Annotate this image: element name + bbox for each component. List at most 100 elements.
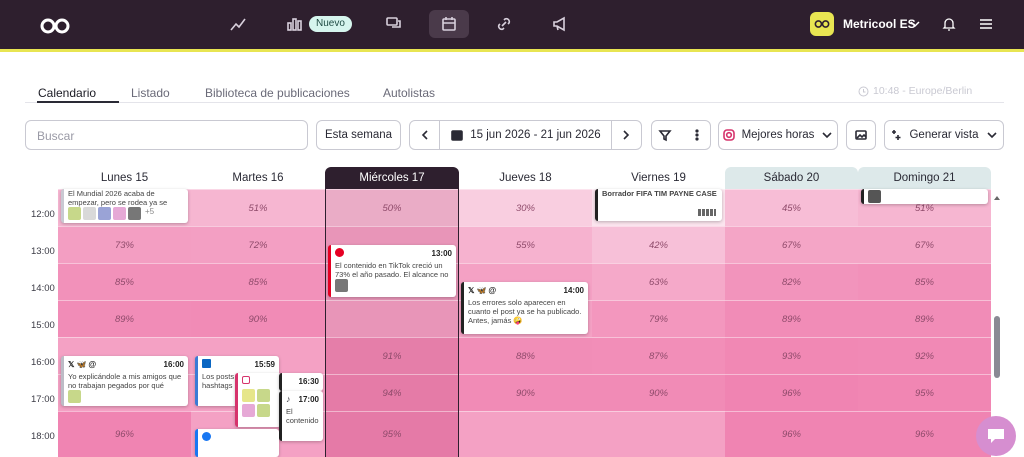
time-column: 12:00 13:00 14:00 15:00 16:00 17:00 18:0…	[25, 189, 58, 457]
date-range[interactable]: 15 jun 2026 - 21 jun 2026	[450, 128, 601, 142]
heatmap-cell[interactable]: 90%	[191, 300, 325, 337]
day-header[interactable]: Viernes 19	[592, 167, 725, 189]
heatmap-cell[interactable]: 45%	[725, 189, 858, 226]
day-header[interactable]: Lunes 15	[58, 167, 191, 189]
this-week-button[interactable]: Esta semana	[316, 120, 401, 150]
heatmap-cell[interactable]: 96%	[858, 411, 991, 457]
heatmap-cell[interactable]: 63%	[592, 263, 725, 300]
heatmap-cell[interactable]: 82%	[725, 263, 858, 300]
post-card[interactable]: 𝕏 🦋 @ 14:00 Los errores solo aparecen en c…	[461, 282, 588, 334]
account-name[interactable]: Metricool ES	[843, 17, 916, 31]
heatmap-cell[interactable]: 72%	[191, 226, 325, 263]
more-options-icon[interactable]	[690, 128, 704, 142]
metricool-logo[interactable]	[40, 17, 70, 35]
pinterest-icon	[335, 248, 344, 257]
heatmap-cell[interactable]: 85%	[858, 263, 991, 300]
time-label: 15:00	[31, 320, 55, 331]
heatmap-cell[interactable]: 90%	[592, 374, 725, 411]
menu-icon[interactable]	[978, 16, 994, 32]
search-input[interactable]: Buscar	[25, 120, 308, 150]
heatmap-cell[interactable]: 90%	[459, 374, 592, 411]
network-icons: 𝕏 🦋 @	[68, 360, 97, 369]
bell-icon[interactable]	[941, 16, 957, 32]
best-hours-select[interactable]: Mejores horas	[718, 120, 838, 150]
calendar-icon[interactable]	[429, 10, 469, 38]
day-header-weekend[interactable]: Sábado 20	[725, 167, 858, 189]
post-thumbnails: +5	[68, 207, 154, 220]
heatmap-cell[interactable]: 95%	[858, 374, 991, 411]
time-label: 14:00	[31, 283, 55, 294]
heatmap-cell[interactable]: 73%	[58, 226, 191, 263]
heatmap-cell[interactable]: 89%	[58, 300, 191, 337]
post-card[interactable]: 𝕏 🦋 @ 16:00 Yo explicándole a mis amigos q…	[61, 356, 188, 406]
heatmap-cell[interactable]: 92%	[858, 337, 991, 374]
heatmap-cell[interactable]: 96%	[725, 374, 858, 411]
day-header[interactable]: Jueves 18	[459, 167, 592, 189]
analytics-icon[interactable]	[218, 10, 258, 38]
tab-list[interactable]: Listado	[131, 86, 170, 100]
timezone-label: 10:48 - Europe/Berlin	[873, 85, 973, 97]
media-gallery-button[interactable]	[846, 120, 876, 150]
heatmap-cell[interactable]: 51%	[191, 189, 325, 226]
heatmap-cell[interactable]: 30%	[459, 189, 592, 226]
timezone-display[interactable]: 10:48 - Europe/Berlin	[858, 85, 972, 97]
heatmap-cell[interactable]: 93%	[725, 337, 858, 374]
day-header[interactable]: Martes 16	[191, 167, 325, 189]
generate-view-select[interactable]: Generar vista	[884, 120, 1004, 150]
scrollbar-thumb[interactable]	[994, 316, 1000, 378]
heatmap-cell[interactable]: 87%	[592, 337, 725, 374]
heatmap-cell[interactable]: 67%	[725, 226, 858, 263]
new-badge: Nuevo	[309, 16, 352, 32]
filter-icon[interactable]	[658, 128, 672, 142]
heatmap-cell[interactable]: 85%	[58, 263, 191, 300]
tab-autolists[interactable]: Autolistas	[383, 86, 435, 100]
post-card[interactable]: ♪ 17:00 El contenido	[279, 391, 323, 441]
post-card[interactable]	[235, 373, 281, 427]
heatmap-cell[interactable]: 85%	[191, 263, 325, 300]
bar-chart-icon[interactable]	[274, 10, 314, 38]
scroll-up-icon[interactable]	[993, 194, 1001, 202]
next-week-button[interactable]	[610, 121, 641, 149]
heatmap-cell[interactable]: 67%	[858, 226, 991, 263]
instagram-icon	[722, 129, 735, 141]
heatmap-cell[interactable]: 42%	[592, 226, 725, 263]
facebook-icon	[202, 432, 211, 441]
heatmap-cell[interactable]: 79%	[592, 300, 725, 337]
tab-library[interactable]: Biblioteca de publicaciones	[205, 86, 350, 100]
best-hours-label: Mejores horas	[741, 129, 815, 141]
prev-week-button[interactable]	[410, 121, 440, 149]
tab-calendar[interactable]: Calendario	[38, 86, 96, 100]
post-card[interactable]: 16:30	[279, 373, 323, 391]
time-label: 17:00	[31, 394, 55, 405]
filter-group	[651, 120, 711, 150]
post-time: 16:30	[298, 377, 319, 386]
link-icon[interactable]	[484, 10, 524, 38]
heatmap-cell[interactable]: 96%	[725, 411, 858, 457]
post-text: El contenido en TikTok creció un 73% el …	[335, 261, 449, 279]
post-card[interactable]: El Mundial 2026 acaba de empezar, pero s…	[61, 189, 188, 223]
day-header-weekend[interactable]: Domingo 21	[858, 167, 991, 189]
post-card[interactable]	[195, 429, 279, 457]
post-card[interactable]	[861, 189, 988, 204]
this-week-label: Esta semana	[324, 129, 393, 141]
heatmap-cell[interactable]: 96%	[58, 411, 191, 457]
chat-support-button[interactable]	[976, 416, 1016, 456]
date-range-picker[interactable]: 15 jun 2026 - 21 jun 2026	[409, 120, 642, 150]
heatmap-cell[interactable]: 89%	[858, 300, 991, 337]
heatmap-cell[interactable]: 89%	[725, 300, 858, 337]
chat-icon[interactable]	[374, 10, 414, 38]
more-count: +5	[145, 207, 155, 216]
draft-post-card[interactable]: Borrador FIFA TIM PAYNE CASE	[595, 189, 722, 221]
chevron-down-icon[interactable]	[909, 18, 921, 30]
heatmap-cell[interactable]	[459, 411, 592, 457]
calendar-icon	[451, 130, 464, 141]
time-label: 18:00	[31, 431, 55, 442]
post-text: Los errores solo aparecen en cuanto el p…	[468, 298, 582, 325]
day-header-today[interactable]: Miércoles 17	[325, 167, 459, 189]
heatmap-cell[interactable]	[592, 411, 725, 457]
account-avatar[interactable]	[810, 12, 834, 36]
megaphone-icon[interactable]	[540, 10, 580, 38]
heatmap-cell[interactable]: 55%	[459, 226, 592, 263]
post-card[interactable]: 13:00 El contenido en TikTok creció un 7…	[328, 245, 456, 297]
heatmap-cell[interactable]: 88%	[459, 337, 592, 374]
